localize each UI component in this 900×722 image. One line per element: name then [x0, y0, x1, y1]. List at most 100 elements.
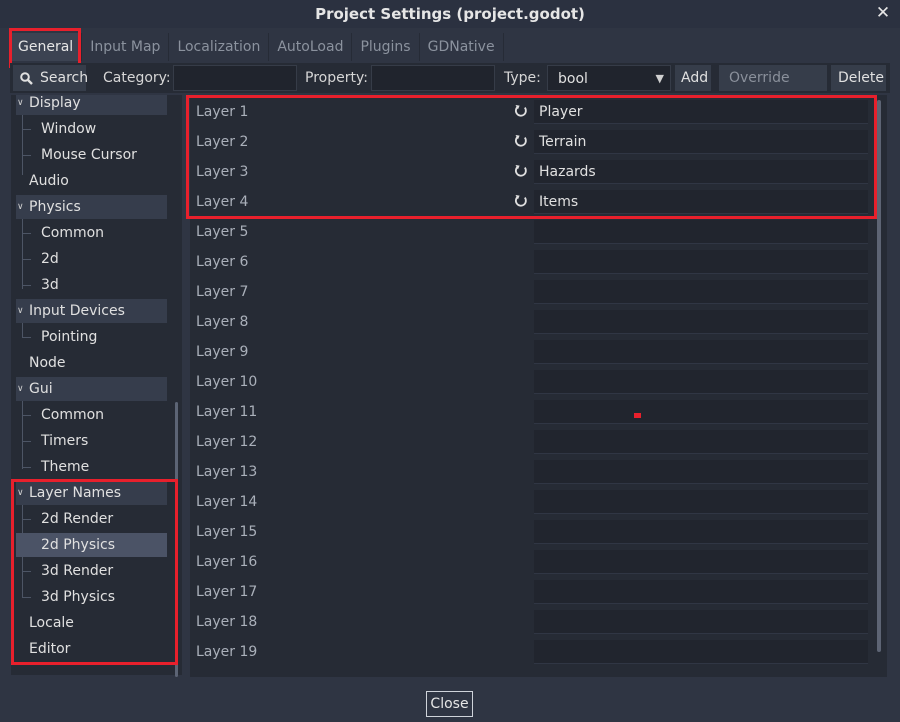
tree-label: Layer Names — [29, 485, 122, 501]
tree-section-input-devices[interactable]: ∨ Input Devices — [16, 299, 167, 323]
tree-section-display[interactable]: ∨ Display — [16, 95, 167, 115]
property-row: Layer 3 Hazards — [190, 158, 870, 186]
close-button[interactable]: Close — [426, 691, 473, 717]
tree-label: 2d — [41, 251, 59, 267]
tree-item-timers[interactable]: Timers — [16, 429, 167, 453]
type-value: bool — [558, 71, 588, 87]
tree-item-physics-3d[interactable]: 3d — [16, 273, 167, 297]
search-button[interactable]: Search — [13, 65, 88, 91]
property-name: Layer 5 — [196, 224, 249, 240]
property-value-field[interactable] — [534, 250, 868, 274]
close-icon[interactable]: ✕ — [872, 2, 894, 24]
property-value: Player — [539, 104, 583, 120]
tree-section-gui[interactable]: ∨ Gui — [16, 377, 167, 401]
property-row: Layer 14 — [190, 488, 870, 516]
tab-localization[interactable]: Localization — [169, 33, 270, 61]
property-value-field[interactable] — [534, 640, 868, 664]
property-value-field[interactable] — [534, 430, 868, 454]
tree-label: Gui — [29, 381, 53, 397]
tree-item-node[interactable]: Node — [16, 351, 167, 375]
property-row: Layer 13 — [190, 458, 870, 486]
chevron-down-icon: ▼ — [655, 72, 664, 85]
tree-label: 3d Physics — [41, 589, 116, 605]
override-for-button[interactable]: Override For... — [719, 65, 827, 112]
tab-gdnative[interactable]: GDNative — [420, 33, 504, 61]
tree-label: Audio — [29, 173, 69, 189]
property-input[interactable] — [371, 65, 495, 91]
property-value-field[interactable] — [534, 610, 868, 634]
tree-item-window[interactable]: Window — [16, 117, 167, 141]
property-row: Layer 7 — [190, 278, 870, 306]
property-name: Layer 17 — [196, 584, 258, 600]
property-row: Layer 4 Items — [190, 188, 870, 216]
tree-label: 2d Physics — [41, 537, 116, 553]
type-dropdown[interactable]: bool ▼ — [547, 65, 671, 91]
property-value-field[interactable] — [534, 280, 868, 304]
tab-general[interactable]: General — [10, 33, 83, 61]
section-tree: ∨ Display Window Mouse Cursor Audio ∨ Ph… — [11, 95, 182, 675]
delete-button[interactable]: Delete — [831, 65, 886, 91]
property-value-field[interactable] — [534, 370, 868, 394]
property-value-field[interactable] — [534, 490, 868, 514]
tab-plugins[interactable]: Plugins — [352, 33, 420, 61]
property-value-field[interactable] — [534, 220, 868, 244]
tree-item-theme[interactable]: Theme — [16, 455, 167, 479]
property-value-field[interactable] — [534, 520, 868, 544]
property-value-field[interactable] — [534, 310, 868, 334]
property-name: Layer 1 — [196, 104, 249, 120]
chevron-down-icon: ∨ — [17, 98, 24, 108]
tree-scrollbar[interactable] — [175, 402, 178, 677]
tree-item-physics-2d[interactable]: 2d — [16, 247, 167, 271]
tree-item-locale[interactable]: Locale — [16, 611, 167, 635]
type-label: Type: — [504, 70, 541, 86]
property-value-field[interactable] — [534, 460, 868, 484]
property-name: Layer 19 — [196, 644, 258, 660]
property-row: Layer 1 Player — [190, 98, 870, 126]
tree-label: 2d Render — [41, 511, 114, 527]
property-row: Layer 6 — [190, 248, 870, 276]
property-row: Layer 9 — [190, 338, 870, 366]
property-name: Layer 18 — [196, 614, 258, 630]
revert-icon[interactable] — [514, 164, 528, 178]
tree-item-3d-physics[interactable]: 3d Physics — [16, 585, 167, 609]
chevron-down-icon: ∨ — [17, 306, 24, 316]
property-scrollbar[interactable] — [877, 100, 881, 652]
property-value-field[interactable] — [534, 580, 868, 604]
tree-item-gui-common[interactable]: Common — [16, 403, 167, 427]
property-value-field[interactable]: Player — [534, 100, 868, 124]
add-button[interactable]: Add — [675, 65, 711, 91]
tree-item-3d-render[interactable]: 3d Render — [16, 559, 167, 583]
tree-section-physics[interactable]: ∨ Physics — [16, 195, 167, 219]
tree-label: Theme — [41, 459, 90, 475]
property-value-field[interactable]: Items — [534, 190, 868, 214]
tree-section-layer-names[interactable]: ∨ Layer Names — [16, 481, 167, 505]
revert-icon[interactable] — [514, 104, 528, 118]
property-value-field[interactable] — [534, 340, 868, 364]
property-row: Layer 5 — [190, 218, 870, 246]
tree-item-physics-common[interactable]: Common — [16, 221, 167, 245]
revert-icon[interactable] — [514, 194, 528, 208]
property-value-field[interactable]: Hazards — [534, 160, 868, 184]
tab-input-map[interactable]: Input Map — [82, 33, 170, 61]
tree-item-editor[interactable]: Editor — [16, 637, 167, 661]
property-value-field[interactable] — [534, 550, 868, 574]
category-input[interactable] — [173, 65, 297, 91]
revert-icon[interactable] — [514, 134, 528, 148]
cursor-marker — [634, 413, 641, 418]
magnifier-icon — [20, 72, 33, 85]
tree-label: Window — [41, 121, 97, 137]
tree-label: Physics — [29, 199, 81, 215]
tab-autoload[interactable]: AutoLoad — [269, 33, 353, 61]
property-name: Layer 6 — [196, 254, 249, 270]
property-value-field[interactable]: Terrain — [534, 130, 868, 154]
property-name: Layer 12 — [196, 434, 258, 450]
tree-item-2d-render[interactable]: 2d Render — [16, 507, 167, 531]
tree-item-audio[interactable]: Audio — [16, 169, 167, 193]
category-label: Category: — [103, 70, 171, 86]
tree-item-2d-physics[interactable]: 2d Physics — [16, 533, 167, 557]
tree-label: Mouse Cursor — [41, 147, 137, 163]
tree-item-pointing[interactable]: Pointing — [16, 325, 167, 349]
tree-item-mouse-cursor[interactable]: Mouse Cursor — [16, 143, 167, 167]
property-value-field[interactable] — [534, 400, 868, 424]
tree-label: Timers — [41, 433, 89, 449]
